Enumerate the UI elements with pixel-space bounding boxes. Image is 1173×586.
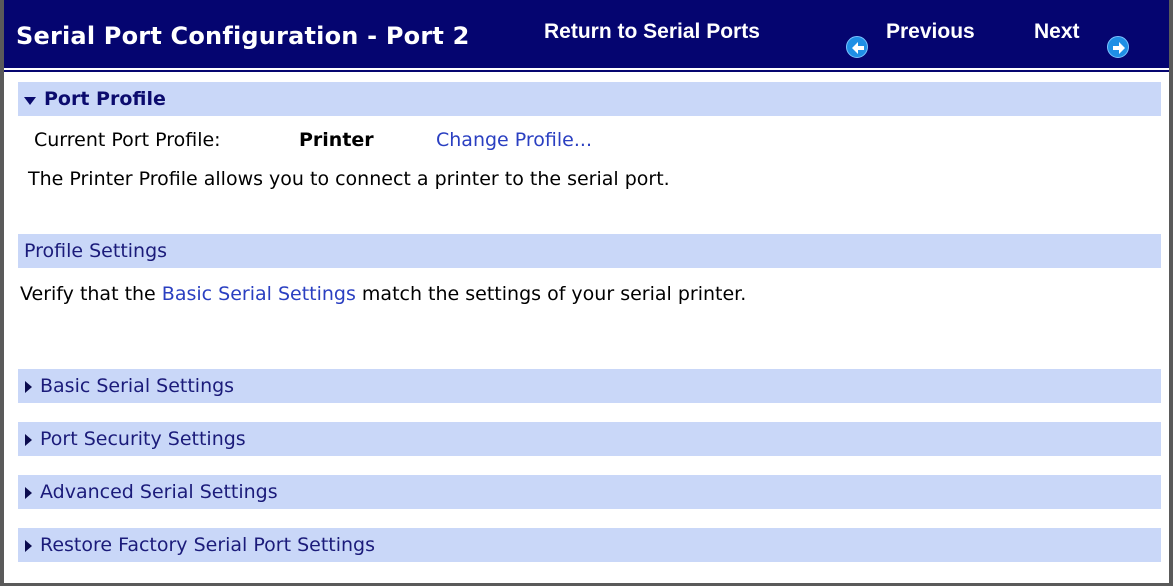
current-port-profile-label: Current Port Profile: [34, 129, 221, 151]
instruction-text-before: Verify that the [20, 283, 156, 305]
profile-settings-section-header: Profile Settings [18, 234, 1161, 268]
triangle-right-icon [24, 529, 32, 563]
port-security-settings-section[interactable]: Port Security Settings [18, 422, 1161, 456]
section-label: Basic Serial Settings [40, 375, 235, 397]
section-label: Restore Factory Serial Port Settings [40, 534, 376, 556]
triangle-right-icon [24, 423, 32, 457]
page-title: Serial Port Configuration - Port 2 [16, 22, 470, 50]
section-label: Port Security Settings [40, 428, 246, 450]
header-bar: Serial Port Configuration - Port 2 Retur… [4, 0, 1169, 70]
current-port-profile-value: Printer [299, 129, 374, 151]
instruction-text-after: match the settings of your serial printe… [361, 283, 747, 305]
return-to-serial-ports-link[interactable]: Return to Serial Ports [544, 20, 760, 44]
next-link[interactable]: Next [1034, 20, 1080, 44]
profile-description: The Printer Profile allows you to connec… [28, 168, 670, 190]
config-panel: Serial Port Configuration - Port 2 Retur… [0, 0, 1173, 586]
profile-settings-instruction: Verify that the Basic Serial Settings ma… [20, 283, 746, 305]
profile-settings-title: Profile Settings [24, 240, 168, 262]
previous-link[interactable]: Previous [886, 20, 975, 44]
triangle-down-icon [24, 83, 36, 117]
port-profile-section-header[interactable]: Port Profile [18, 82, 1161, 116]
triangle-right-icon [24, 476, 32, 510]
basic-serial-settings-section[interactable]: Basic Serial Settings [18, 369, 1161, 403]
previous-arrow-icon[interactable] [846, 36, 868, 58]
restore-factory-settings-section[interactable]: Restore Factory Serial Port Settings [18, 528, 1161, 562]
triangle-right-icon [24, 370, 32, 404]
change-profile-link[interactable]: Change Profile... [436, 129, 592, 151]
next-arrow-icon[interactable] [1107, 36, 1129, 58]
basic-serial-settings-link[interactable]: Basic Serial Settings [162, 283, 356, 305]
port-profile-title: Port Profile [44, 88, 166, 110]
advanced-serial-settings-section[interactable]: Advanced Serial Settings [18, 475, 1161, 509]
section-label: Advanced Serial Settings [40, 481, 278, 503]
